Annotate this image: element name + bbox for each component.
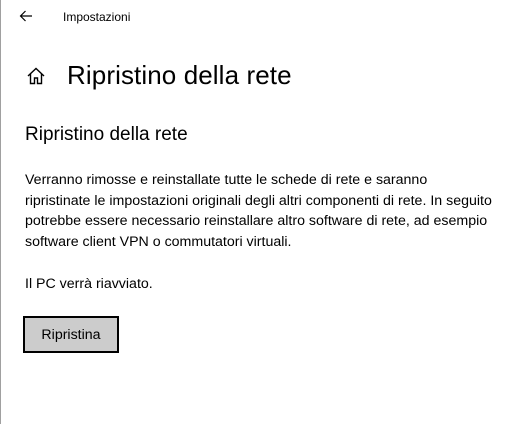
back-arrow-icon [19,10,32,22]
reset-button[interactable]: Ripristina [23,316,119,353]
section-title: Ripristino della rete [25,124,188,145]
title-bar: Impostazioni [1,0,526,34]
description-text: Verranno rimosse e reinstallate tutte le… [25,172,492,250]
back-button[interactable] [13,5,39,27]
app-title: Impostazioni [63,10,131,24]
page-header: Ripristino della rete [25,55,292,95]
restart-note: Il PC verrà riavviato. [25,276,153,292]
page-title: Ripristino della rete [67,59,292,90]
settings-window: Impostazioni Ripristino della rete Ripri… [0,0,526,424]
home-icon[interactable] [25,65,47,87]
